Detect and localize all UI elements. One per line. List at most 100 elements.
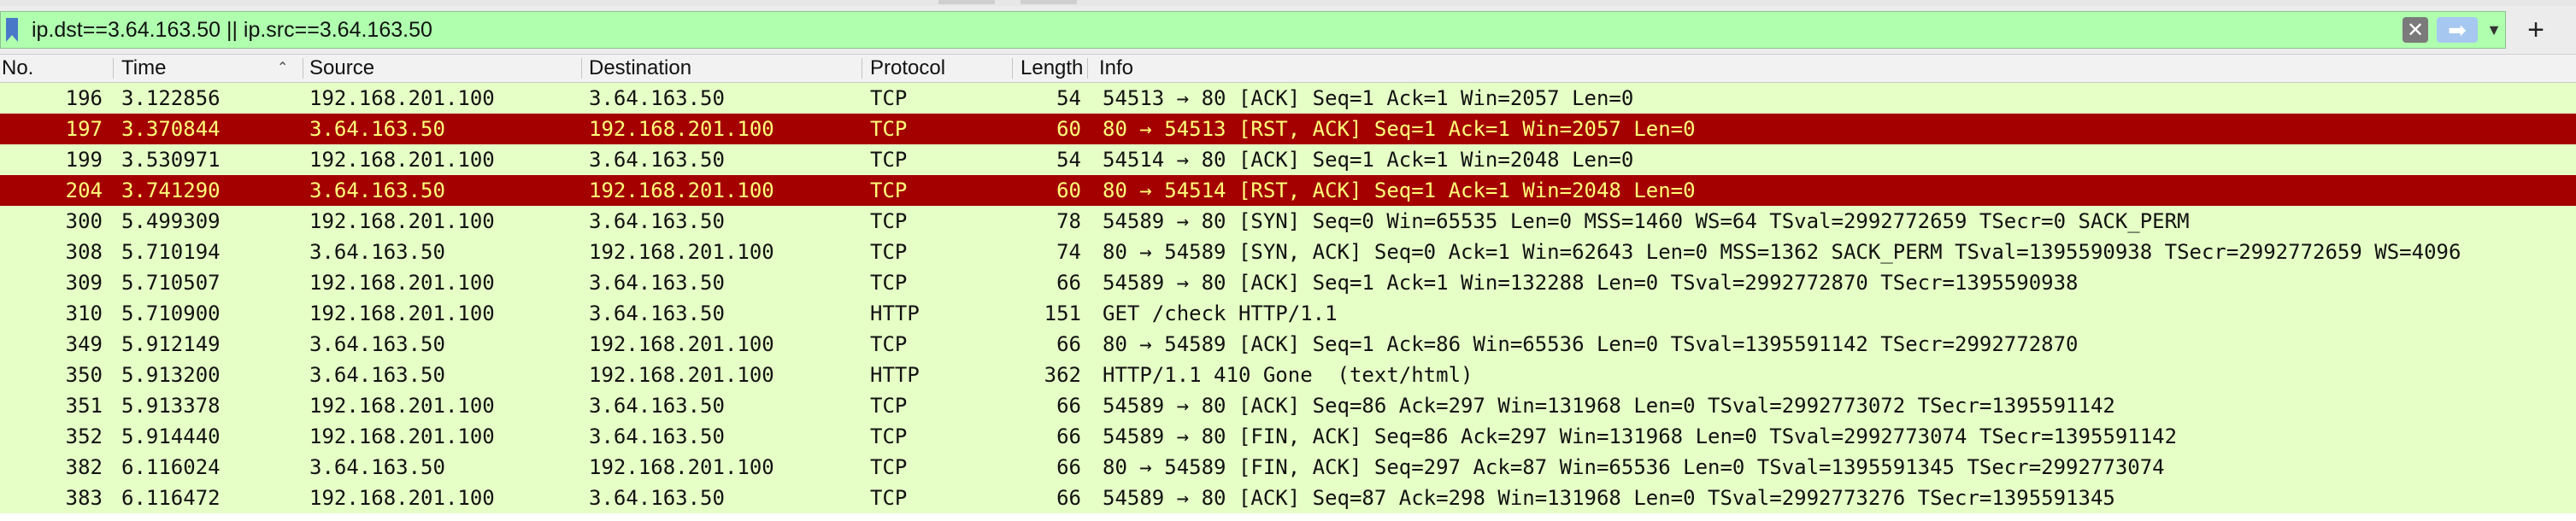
packet-destination: 3.64.163.50 [589,394,725,418]
packet-protocol: TCP [870,209,908,233]
packet-length: 66 [1056,271,1081,295]
column-header-info[interactable]: Info [1099,55,1133,82]
packet-source: 192.168.201.100 [309,86,495,110]
packet-info: 54589 → 80 [FIN, ACK] Seq=86 Ack=297 Win… [1103,424,2178,448]
packet-source: 3.64.163.50 [309,179,445,202]
clear-icon[interactable]: ✕ [2403,17,2428,43]
column-separator[interactable] [1087,58,1088,79]
packet-destination: 3.64.163.50 [589,424,725,448]
packet-row[interactable]: 309 5.710507 192.168.201.100 3.64.163.50 TCP… [0,267,2576,298]
packet-destination: 192.168.201.100 [589,332,774,356]
packet-destination: 3.64.163.50 [589,301,725,325]
packet-source: 192.168.201.100 [309,394,495,418]
packet-row[interactable]: 382 6.116024 3.64.163.50 192.168.201.100 TCP… [0,452,2576,483]
packet-length: 74 [1056,240,1081,264]
column-header-time[interactable]: Time [121,55,166,82]
packet-protocol: HTTP [870,363,920,387]
packet-info: 80 → 54514 [RST, ACK] Seq=1 Ack=1 Win=20… [1103,179,1696,202]
column-separator[interactable] [113,58,114,79]
chevron-down-icon[interactable]: ▼ [2483,17,2505,43]
packet-row[interactable]: 310 5.710900 192.168.201.100 3.64.163.50 HTT… [0,298,2576,329]
packet-protocol: TCP [870,332,908,356]
packet-source: 3.64.163.50 [309,240,445,264]
packet-length: 66 [1056,332,1081,356]
packet-row[interactable]: 351 5.913378 192.168.201.100 3.64.163.50 TCP… [0,390,2576,421]
packet-length: 66 [1056,486,1081,510]
display-filter-input[interactable] [23,12,2403,48]
packet-destination: 192.168.201.100 [589,455,774,479]
display-filter-toolbar: ✕ ➡ ▼ + [0,6,2576,55]
packet-row[interactable]: 197 3.370844 3.64.163.50 192.168.201.100 TCP… [0,114,2576,144]
packet-info: 54589 → 80 [SYN] Seq=0 Win=65535 Len=0 M… [1103,209,2190,233]
window-top-strip [0,0,2576,6]
packet-length: 66 [1056,455,1081,479]
packet-row[interactable]: 349 5.912149 3.64.163.50 192.168.201.100 TCP… [0,329,2576,360]
packet-protocol: TCP [870,424,908,448]
packet-list: 196 3.122856 192.168.201.100 3.64.163.50 TCP… [0,83,2576,513]
packet-destination: 192.168.201.100 [589,117,774,141]
packet-destination: 192.168.201.100 [589,240,774,264]
packet-source: 3.64.163.50 [309,455,445,479]
packet-row[interactable]: 352 5.914440 192.168.201.100 3.64.163.50 TCP… [0,421,2576,452]
column-header-protocol[interactable]: Protocol [870,55,945,82]
packet-number: 383 [65,486,103,510]
column-header-destination[interactable]: Destination [589,55,691,82]
packet-protocol: TCP [870,271,908,295]
packet-destination: 3.64.163.50 [589,486,725,510]
packet-time: 3.122856 [121,86,221,110]
column-separator[interactable] [1012,58,1013,79]
packet-info: 54589 → 80 [ACK] Seq=86 Ack=297 Win=1319… [1103,394,2115,418]
column-separator[interactable] [581,58,582,79]
packet-number: 300 [65,209,103,233]
packet-source: 192.168.201.100 [309,271,495,295]
bookmark-icon[interactable] [1,11,23,49]
toolbar-tab-indicator [1020,0,1077,4]
sort-ascending-icon: ⌃ [277,61,289,75]
display-filter-box: ✕ ➡ ▼ [0,11,2506,49]
arrow-right-icon[interactable]: ➡ [2437,17,2478,43]
packet-info: 54589 → 80 [ACK] Seq=87 Ack=298 Win=1319… [1103,486,2115,510]
packet-time: 3.370844 [121,117,221,141]
packet-destination: 192.168.201.100 [589,363,774,387]
packet-number: 351 [65,394,103,418]
packet-source: 192.168.201.100 [309,209,495,233]
packet-info: HTTP/1.1 410 Gone (text/html) [1103,363,1473,387]
packet-destination: 3.64.163.50 [589,86,725,110]
packet-length: 54 [1056,148,1081,172]
packet-row[interactable]: 204 3.741290 3.64.163.50 192.168.201.100 TCP… [0,175,2576,206]
packet-list-header: No. Time ⌃ Source Destination Protocol L… [0,55,2576,83]
packet-number: 349 [65,332,103,356]
packet-length: 78 [1056,209,1081,233]
packet-number: 309 [65,271,103,295]
packet-row[interactable]: 199 3.530971 192.168.201.100 3.64.163.50 TCP… [0,144,2576,175]
column-header-no[interactable]: No. [2,55,33,82]
packet-row[interactable]: 308 5.710194 3.64.163.50 192.168.201.100 TCP… [0,237,2576,267]
packet-length: 54 [1056,86,1081,110]
packet-source: 3.64.163.50 [309,117,445,141]
packet-time: 5.912149 [121,332,221,356]
packet-time: 3.530971 [121,148,221,172]
packet-protocol: TCP [870,240,908,264]
packet-info: 54589 → 80 [ACK] Seq=1 Ack=1 Win=132288 … [1103,271,2079,295]
packet-length: 362 [1044,363,1081,387]
packet-row[interactable]: 196 3.122856 192.168.201.100 3.64.163.50 TCP… [0,83,2576,114]
packet-protocol: TCP [870,394,908,418]
packet-number: 196 [65,86,103,110]
packet-time: 5.913200 [121,363,221,387]
packet-length: 66 [1056,424,1081,448]
packet-info: GET /check HTTP/1.1 [1103,301,1338,325]
packet-row[interactable]: 383 6.116472 192.168.201.100 3.64.163.50 TCP… [0,483,2576,513]
packet-time: 5.710900 [121,301,221,325]
packet-protocol: HTTP [870,301,920,325]
packet-info: 80 → 54589 [FIN, ACK] Seq=297 Ack=87 Win… [1103,455,2165,479]
packet-number: 308 [65,240,103,264]
packet-source: 3.64.163.50 [309,363,445,387]
packet-number: 197 [65,117,103,141]
packet-number: 352 [65,424,103,448]
add-filter-button[interactable]: + [2506,11,2566,49]
column-header-source[interactable]: Source [309,55,374,82]
packet-source: 192.168.201.100 [309,486,495,510]
packet-row[interactable]: 350 5.913200 3.64.163.50 192.168.201.100 HTT… [0,360,2576,390]
column-header-length[interactable]: Length [1020,55,1083,82]
packet-row[interactable]: 300 5.499309 192.168.201.100 3.64.163.50 TCP… [0,206,2576,237]
